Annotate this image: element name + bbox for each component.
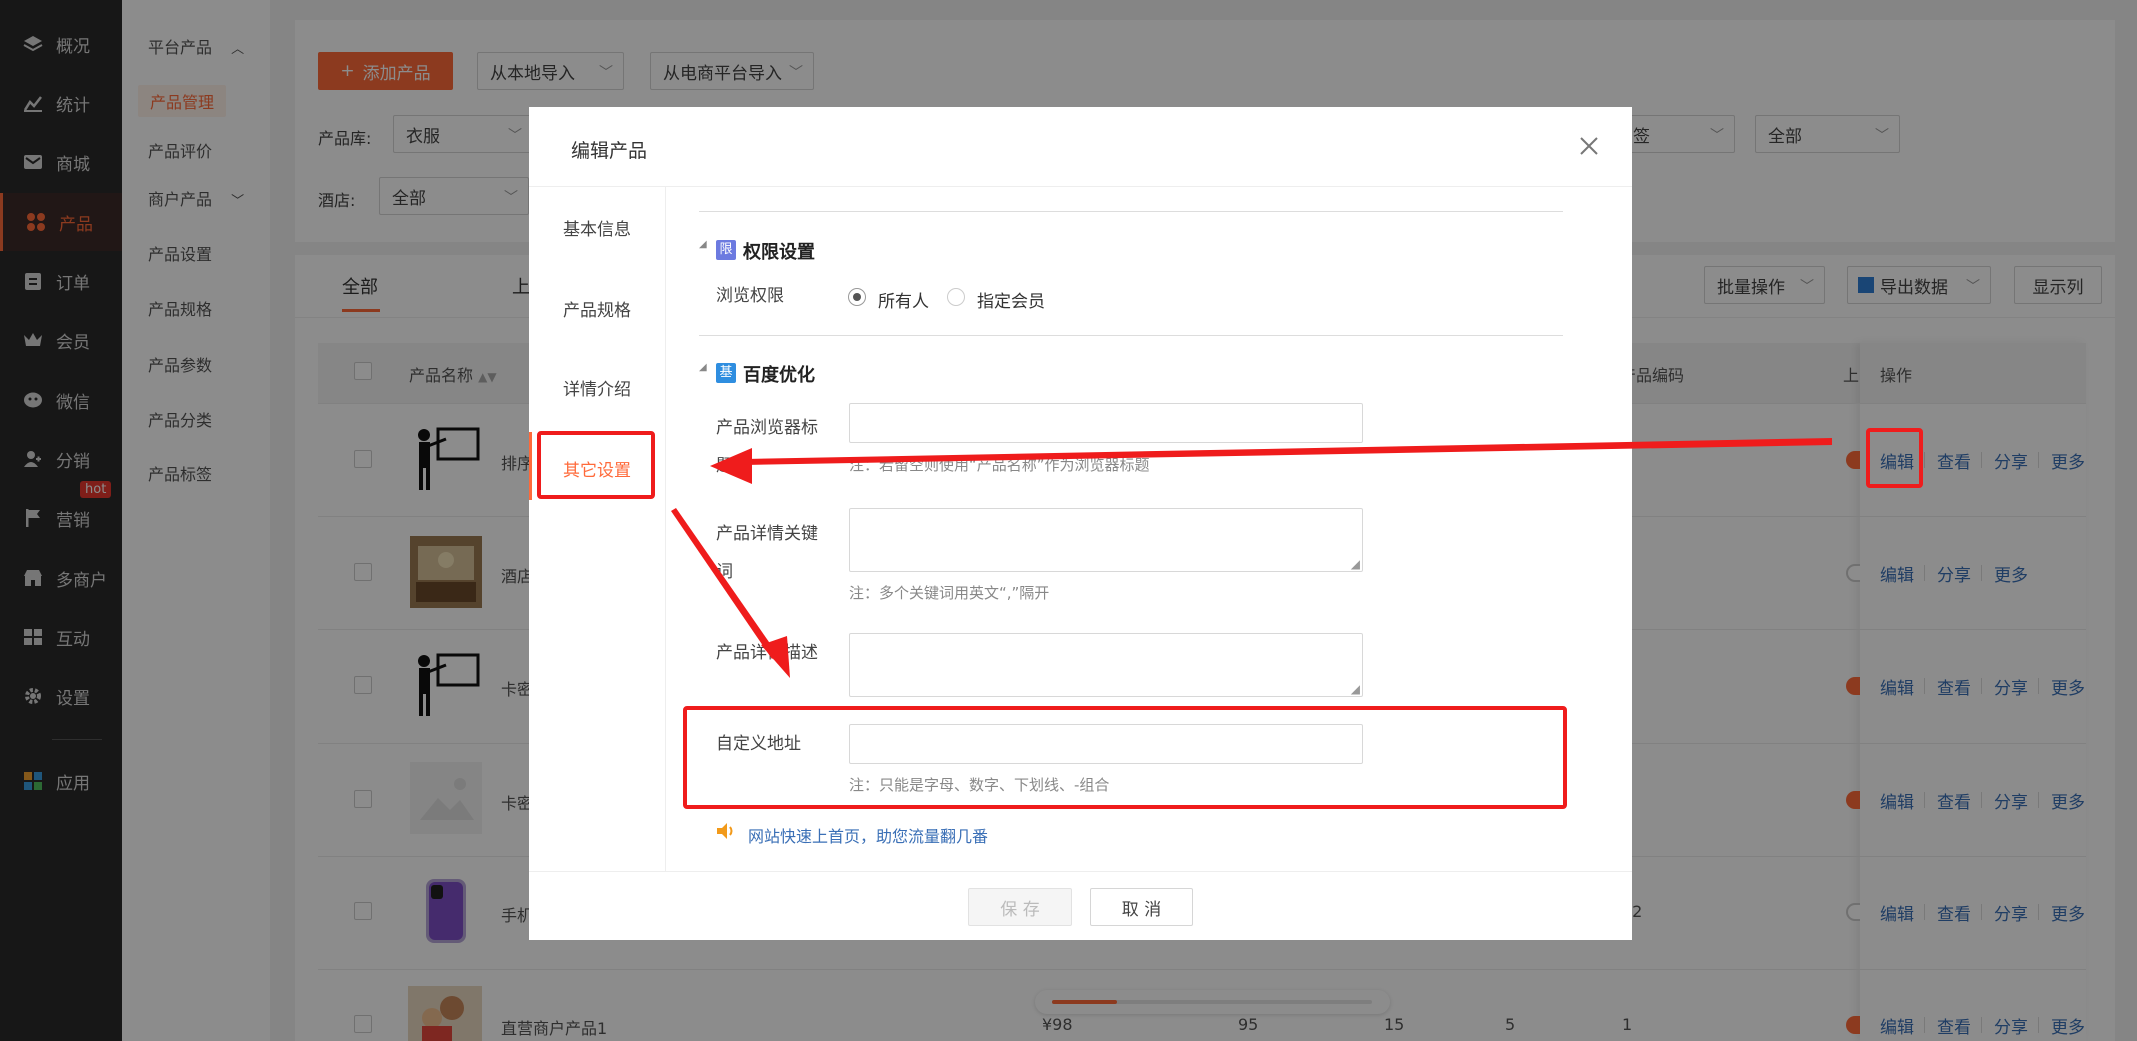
speaker-icon bbox=[715, 821, 737, 841]
tabs-divider bbox=[665, 187, 666, 872]
annotation-box-custom-url bbox=[683, 706, 1567, 809]
save-button[interactable]: 保 存 bbox=[968, 888, 1072, 926]
radio-everyone[interactable] bbox=[848, 288, 866, 306]
resize-handle-icon[interactable]: ◢ bbox=[1351, 557, 1360, 571]
promo-link[interactable]: 网站快速上首页，助您流量翻几番 bbox=[748, 823, 988, 847]
browse-permission-label: 浏览权限 bbox=[716, 286, 784, 306]
dialog-title: 编辑产品 bbox=[571, 140, 648, 162]
annotation-box-tab bbox=[537, 431, 655, 499]
seo-section-title: 百度优化 bbox=[743, 365, 815, 386]
browser-title-label: 产品浏览器标题 bbox=[716, 418, 818, 476]
browser-title-note: 注：若留空则使用“产品名称”作为浏览器标题 bbox=[849, 456, 1150, 474]
dialog-header-divider bbox=[529, 186, 1632, 187]
cancel-button[interactable]: 取 消 bbox=[1090, 888, 1193, 926]
keywords-textarea[interactable]: ◢ bbox=[849, 508, 1363, 572]
collapse-triangle-icon[interactable]: ◢ bbox=[699, 362, 707, 373]
annotation-box-edit bbox=[1866, 428, 1923, 488]
tab-product-spec[interactable]: 产品规格 bbox=[529, 296, 665, 321]
radio-specified-members[interactable] bbox=[947, 288, 965, 306]
tab-detail-intro[interactable]: 详情介绍 bbox=[529, 375, 665, 400]
tab-active-indicator bbox=[529, 432, 532, 500]
description-textarea[interactable]: ◢ bbox=[849, 633, 1363, 697]
radio-everyone-label[interactable]: 所有人 bbox=[878, 287, 929, 312]
keywords-label: 产品详情关键词 bbox=[716, 524, 818, 582]
resize-handle-icon[interactable]: ◢ bbox=[1351, 682, 1360, 696]
close-icon[interactable] bbox=[1574, 131, 1604, 161]
keywords-note: 注：多个关键词用英文“,”隔开 bbox=[849, 584, 1050, 602]
section-badge: 限 bbox=[716, 240, 736, 260]
permission-section-title: 权限设置 bbox=[743, 242, 815, 263]
tab-basic-info[interactable]: 基本信息 bbox=[529, 215, 665, 240]
dialog-footer-divider bbox=[529, 871, 1632, 872]
browser-title-input[interactable] bbox=[849, 403, 1363, 443]
radio-specified-members-label[interactable]: 指定会员 bbox=[977, 287, 1045, 312]
collapse-triangle-icon[interactable]: ◢ bbox=[699, 239, 707, 250]
section-divider bbox=[699, 335, 1563, 336]
edit-product-dialog: 编辑产品 基本信息 产品规格 详情介绍 其它设置 ◢ 限 权限设置 浏览权限 所… bbox=[529, 107, 1632, 940]
section-badge: 基 bbox=[716, 363, 736, 383]
section-divider bbox=[699, 211, 1563, 212]
description-label: 产品详情描述 bbox=[716, 643, 818, 663]
